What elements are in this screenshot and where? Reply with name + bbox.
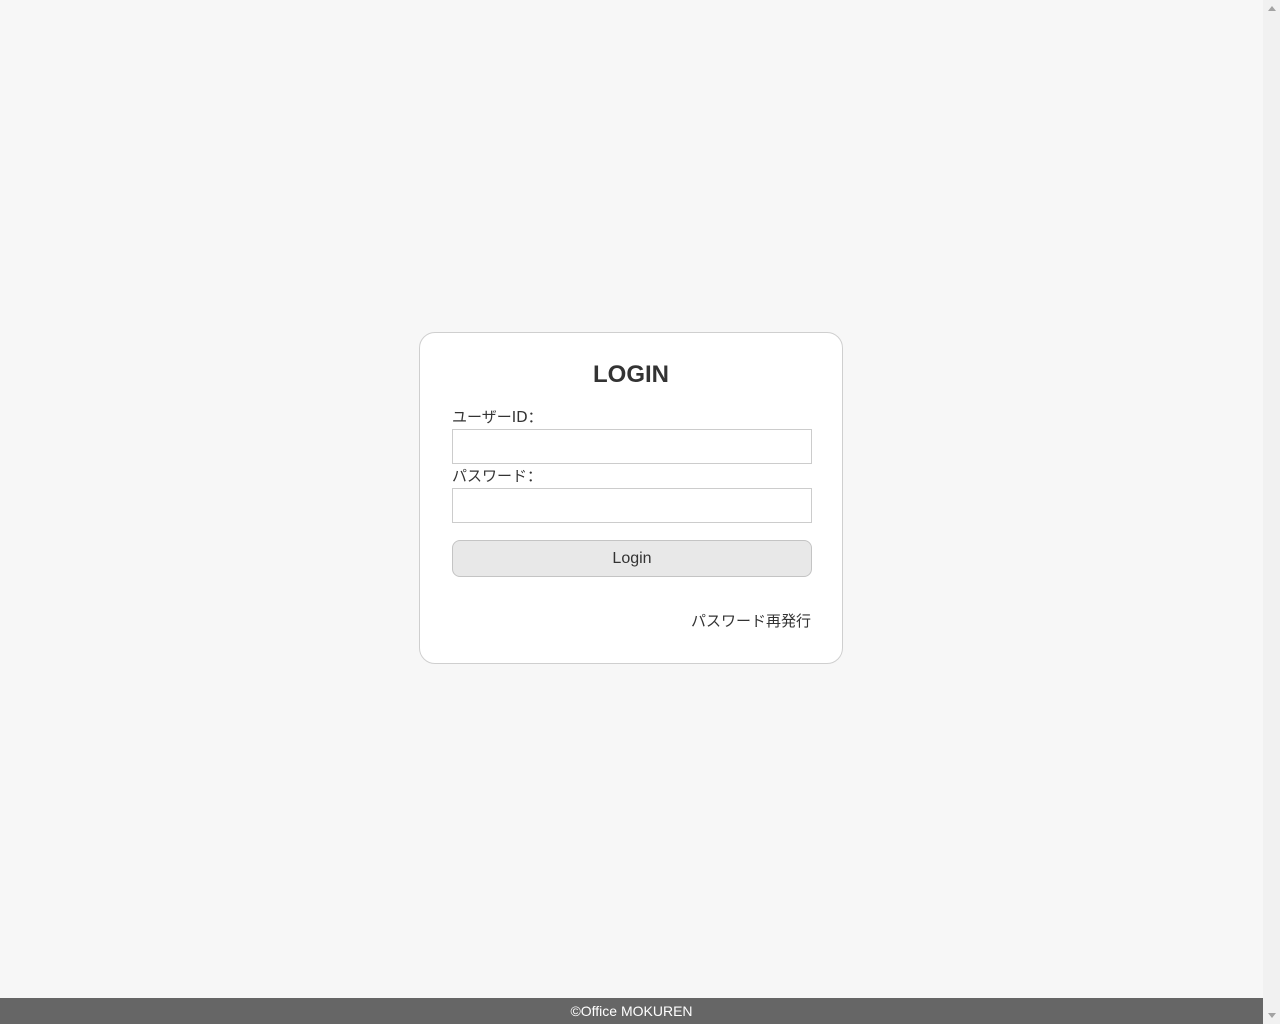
password-input[interactable] [452,488,812,523]
arrow-up-icon [1267,6,1276,11]
page-background: LOGIN ユーザーID： パスワード： Login パスワード再発行 ©Off… [0,0,1263,1024]
password-reissue-link[interactable]: パスワード再発行 [691,610,811,631]
copyright-text: ©Office MOKUREN [570,1003,693,1019]
scroll-down-button[interactable] [1263,1007,1280,1024]
arrow-down-icon [1267,1013,1276,1018]
scroll-up-button[interactable] [1263,0,1280,17]
vertical-scrollbar[interactable] [1263,0,1280,1024]
login-button[interactable]: Login [452,540,812,577]
userid-label: ユーザーID： [452,408,543,426]
password-label: パスワード： [452,467,543,485]
login-title: LOGIN [593,361,669,388]
userid-input[interactable] [452,429,812,464]
login-card: LOGIN ユーザーID： パスワード： Login パスワード再発行 [419,332,843,664]
footer: ©Office MOKUREN [0,998,1263,1024]
